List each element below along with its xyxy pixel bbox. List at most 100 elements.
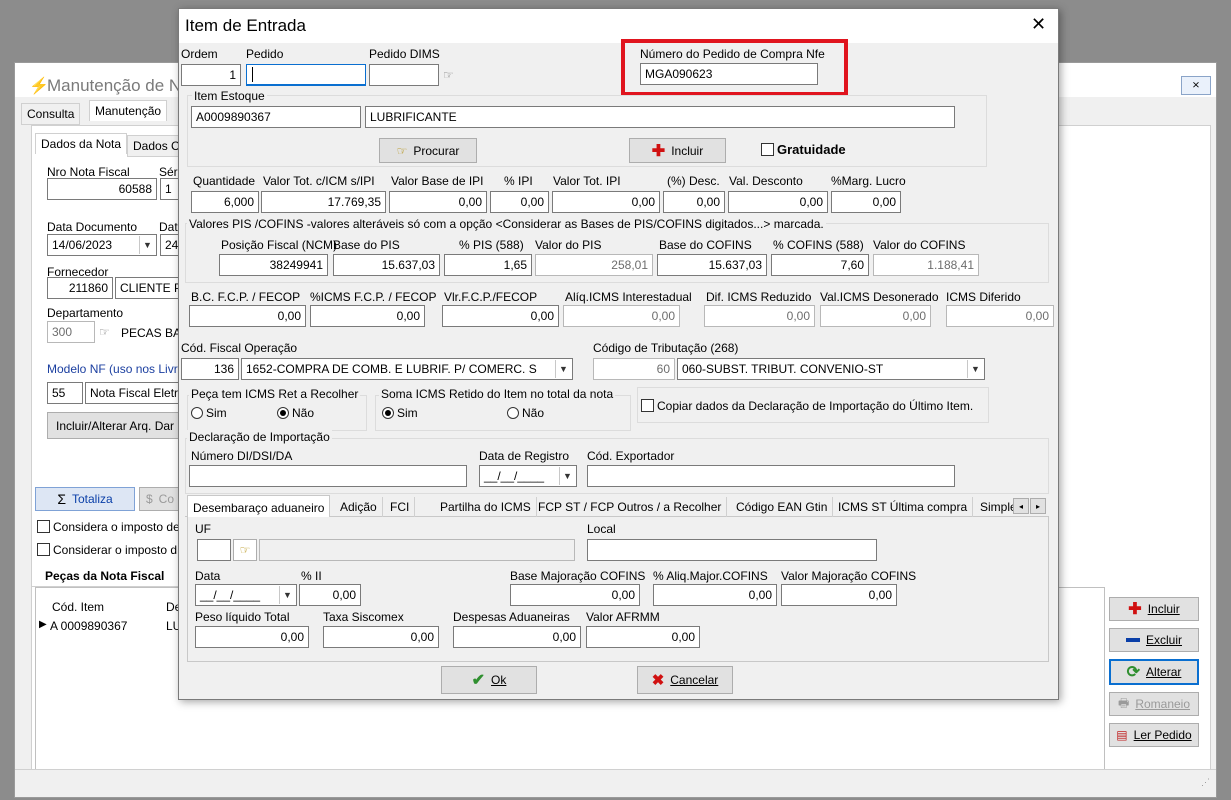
pecas-title[interactable]: Peças da Nota Fiscal [45, 569, 164, 583]
cst-cod-field[interactable]: 60 [593, 358, 675, 380]
soma-icms-sim-radio[interactable] [382, 407, 394, 419]
table-row[interactable]: A 0009890367 LU [48, 616, 198, 634]
tab-desembaraco[interactable]: Desembaraço aduaneiro [187, 495, 331, 519]
tab-adicao[interactable]: Adição [335, 497, 383, 517]
vbase-ipi-field[interactable]: 0,00 [389, 191, 487, 213]
peca-icms-nao-radio[interactable] [277, 407, 289, 419]
pedido-dims-input[interactable] [369, 64, 439, 86]
gratuidade-checkbox[interactable] [761, 143, 774, 156]
gratuidade-option[interactable]: Gratuidade [761, 142, 846, 157]
fornecedor-cod-field[interactable]: 211860 [47, 277, 113, 299]
afrmm-field[interactable]: 0,00 [586, 626, 700, 648]
procurar-button[interactable]: ☞ Procurar [379, 138, 477, 163]
vpis-field[interactable]: 258,01 [535, 254, 653, 276]
desoner-field[interactable]: 0,00 [820, 305, 931, 327]
copiar-option[interactable]: Copiar dados da Declaração de Importação… [641, 399, 973, 413]
totaliza-button[interactable]: Σ Totaliza [35, 487, 135, 511]
chevron-down-icon[interactable]: ▼ [559, 467, 575, 485]
modelo-cod-field[interactable]: 55 [47, 382, 83, 404]
chevron-down-icon[interactable]: ▼ [555, 360, 571, 378]
cfop-select[interactable]: 1652-COMPRA DE COMB. E LUBRIF. P/ COMERC… [241, 358, 573, 380]
vtot-field[interactable]: 17.769,35 [261, 191, 386, 213]
tab-icms-st-ultima[interactable]: ICMS ST Última compra [833, 497, 974, 517]
considera-imposto-2[interactable]: Considerar o imposto d [37, 543, 177, 557]
bcfcp-field[interactable]: 0,00 [189, 305, 306, 327]
resize-grip-icon[interactable]: ⋰ [1201, 777, 1210, 788]
quantidade-field[interactable]: 6,000 [191, 191, 259, 213]
pii-field[interactable]: 0,00 [299, 584, 361, 606]
vdesc-field[interactable]: 0,00 [728, 191, 828, 213]
co-button[interactable]: $ Co [139, 487, 181, 511]
ncm-field[interactable]: 38249941 [219, 254, 328, 276]
npc-field[interactable]: MGA090623 [640, 63, 818, 85]
col-cod-item[interactable]: Cód. Item [52, 600, 104, 614]
subtab-dados-da-nota[interactable]: Dados da Nota [35, 133, 128, 154]
ler-pedido-button[interactable]: ▤ Ler Pedido [1109, 723, 1199, 747]
item-desc-field[interactable]: LUBRIFICANTE [365, 106, 955, 128]
amaj-field[interactable]: 0,00 [653, 584, 777, 606]
close-icon[interactable]: ✕ [1031, 14, 1046, 35]
diferido-field[interactable]: 0,00 [946, 305, 1054, 327]
marg-field[interactable]: 0,00 [831, 191, 901, 213]
soma-icms-nao[interactable]: Não [507, 406, 544, 420]
incluir-item-button[interactable]: ✚ Incluir [629, 138, 726, 163]
bcof-field[interactable]: 15.637,03 [657, 254, 767, 276]
uf-lookup-button[interactable]: ☞ [233, 539, 257, 561]
fornecedor-nome-field[interactable]: CLIENTE P1 [115, 277, 181, 299]
tab-codigo-ean[interactable]: Código EAN Gtin [731, 497, 834, 517]
peca-icms-nao[interactable]: Não [277, 406, 314, 420]
tab-scroll-right-button[interactable]: ▸ [1030, 498, 1046, 514]
cancelar-button[interactable]: ✖ Cancelar [637, 666, 733, 694]
chevron-down-icon[interactable]: ▼ [279, 586, 295, 604]
taxa-field[interactable]: 0,00 [323, 626, 439, 648]
incluir-arq-button[interactable]: Incluir/Alterar Arq. Dar [47, 412, 181, 439]
item-cod-field[interactable]: A0009890367 [191, 106, 361, 128]
peca-icms-sim[interactable]: Sim [191, 406, 227, 420]
data-documento-field[interactable]: 14/06/2023 ▼ [47, 234, 157, 256]
cfop-cod-field[interactable]: 136 [181, 358, 239, 380]
excluir-button[interactable]: Excluir [1109, 628, 1199, 652]
ordem-field[interactable]: 1 [181, 64, 241, 86]
aliq-inter-field[interactable]: 0,00 [563, 305, 680, 327]
dat2-field[interactable]: 24, [160, 234, 180, 256]
considera-imposto-1[interactable]: Considera o imposto de [37, 520, 180, 534]
hand-pointer-icon[interactable]: ☞ [443, 68, 454, 82]
soma-icms-sim[interactable]: Sim [382, 406, 418, 420]
pdesc-field[interactable]: 0,00 [663, 191, 725, 213]
local-input[interactable] [587, 539, 877, 561]
serie-field[interactable]: 1 [160, 178, 180, 200]
pcof-field[interactable]: 7,60 [771, 254, 869, 276]
considera-checkbox-1[interactable] [37, 520, 50, 533]
ppis-field[interactable]: 1,65 [444, 254, 532, 276]
considera-checkbox-2[interactable] [37, 543, 50, 556]
cst-select[interactable]: 060-SUBST. TRIBUT. CONVENIO-ST ▼ [677, 358, 985, 380]
tab-manutencao[interactable]: Manutenção [89, 100, 168, 121]
vcof-field[interactable]: 1.188,41 [873, 254, 979, 276]
vmaj-field[interactable]: 0,00 [781, 584, 897, 606]
tab-fcp-st[interactable]: FCP ST / FCP Outros / a Recolher [533, 497, 728, 517]
bpis-field[interactable]: 15.637,03 [333, 254, 440, 276]
chevron-down-icon[interactable]: ▼ [139, 236, 155, 254]
peca-icms-sim-radio[interactable] [191, 407, 203, 419]
peso-field[interactable]: 0,00 [195, 626, 309, 648]
tab-consulta[interactable]: Consulta [21, 103, 81, 125]
uf-input[interactable] [197, 539, 231, 561]
copiar-checkbox[interactable] [641, 399, 654, 412]
tab-scroll-left-button[interactable]: ◂ [1013, 498, 1029, 514]
chevron-down-icon[interactable]: ▼ [967, 360, 983, 378]
ndi-input[interactable] [189, 465, 467, 487]
subtab-dados-c[interactable]: Dados C [127, 135, 186, 157]
tab-partilha-icms[interactable]: Partilha do ICMS [435, 497, 537, 517]
nro-nota-field[interactable]: 60588 [47, 178, 157, 200]
romaneio-button[interactable]: 🖶 Romaneio [1109, 692, 1199, 716]
pedido-input[interactable] [246, 64, 366, 86]
desp-field[interactable]: 0,00 [453, 626, 581, 648]
soma-icms-nao-radio[interactable] [507, 407, 519, 419]
tab-fci[interactable]: FCI [385, 497, 416, 517]
vtot-ipi-field[interactable]: 0,00 [552, 191, 660, 213]
dif-red-field[interactable]: 0,00 [704, 305, 815, 327]
incluir-button[interactable]: ✚ Incluir [1109, 597, 1199, 621]
hand-pointer-icon[interactable]: ☞ [99, 325, 110, 339]
picms-fcp-field[interactable]: 0,00 [310, 305, 425, 327]
departamento-cod-field[interactable]: 300 [47, 321, 95, 343]
